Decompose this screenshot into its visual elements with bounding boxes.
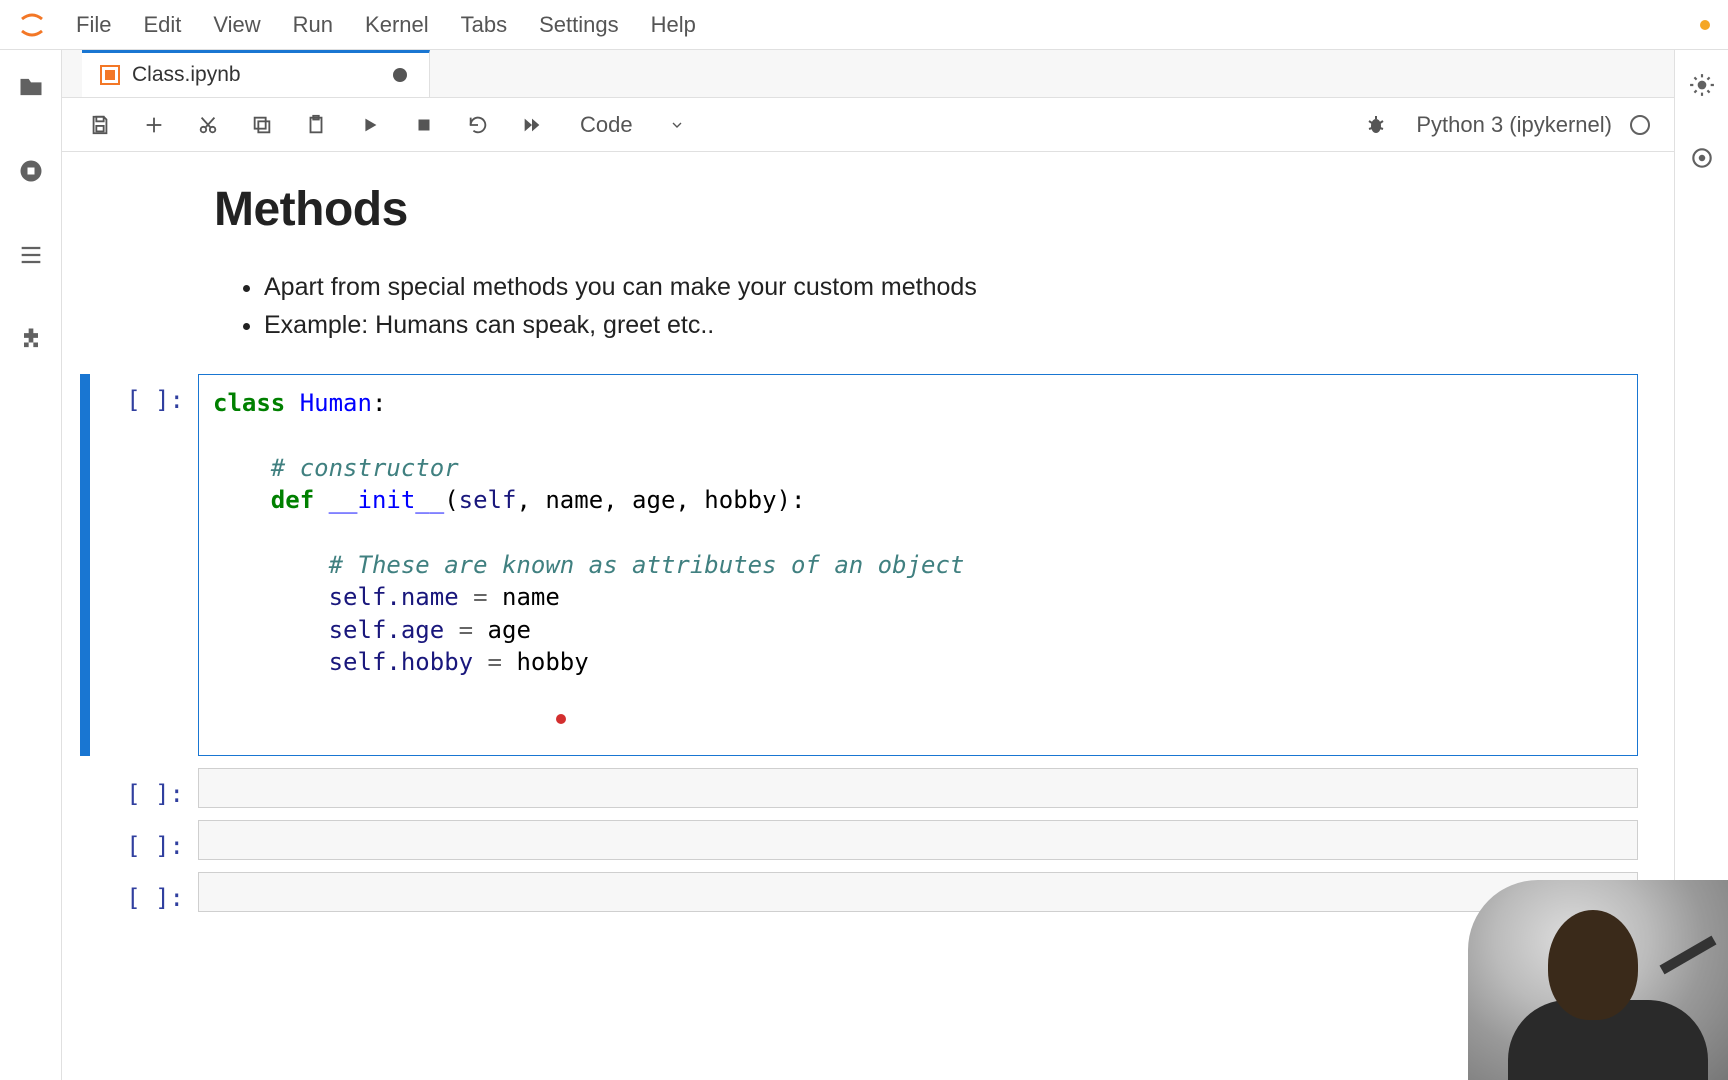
cursor-pointer	[556, 714, 566, 724]
code-input[interactable]	[198, 820, 1638, 860]
copy-button[interactable]	[248, 111, 276, 139]
code-input[interactable]	[198, 872, 1638, 912]
toc-icon[interactable]	[16, 240, 46, 270]
paste-button[interactable]	[302, 111, 330, 139]
unsaved-indicator	[393, 68, 407, 82]
extensions-icon[interactable]	[16, 324, 46, 354]
tab-class-ipynb[interactable]: Class.ipynb	[82, 50, 430, 97]
markdown-cell-methods[interactable]: Methods Apart from special methods you c…	[214, 172, 1638, 374]
debug-button[interactable]	[1362, 111, 1390, 139]
notebook-icon	[100, 65, 120, 85]
code-input[interactable]	[198, 768, 1638, 808]
cell-prompt: [ ]:	[94, 768, 198, 808]
cell-prompt: [ ]:	[94, 872, 198, 912]
jupyter-logo	[4, 0, 60, 50]
menu-help[interactable]: Help	[635, 0, 712, 49]
celltype-label: Code	[580, 112, 633, 138]
kernel-name[interactable]: Python 3 (ipykernel)	[1416, 112, 1650, 138]
menubar: File Edit View Run Kernel Tabs Settings …	[0, 0, 1728, 50]
stop-button[interactable]	[410, 111, 438, 139]
running-icon[interactable]	[16, 156, 46, 186]
methods-bullets: Apart from special methods you can make …	[214, 269, 1638, 344]
code-input[interactable]: class Human: # constructor def __init__(…	[198, 374, 1638, 756]
property-inspector-icon[interactable]	[1689, 72, 1715, 103]
bullet-2: Example: Humans can speak, greet etc..	[264, 307, 1638, 345]
cut-button[interactable]	[194, 111, 222, 139]
left-activity-bar	[0, 50, 62, 1080]
run-all-button[interactable]	[518, 111, 546, 139]
debugger-icon[interactable]	[1689, 145, 1715, 176]
celltype-select[interactable]: Code	[580, 112, 685, 138]
chevron-down-icon	[669, 117, 685, 133]
tab-strip: Class.ipynb	[62, 50, 1674, 98]
add-cell-button[interactable]	[140, 111, 168, 139]
empty-code-cell[interactable]: [ ]:	[80, 872, 1638, 912]
menu-run[interactable]: Run	[277, 0, 349, 49]
kernel-label: Python 3 (ipykernel)	[1416, 112, 1612, 138]
kernel-status-icon	[1630, 115, 1650, 135]
bullet-1: Apart from special methods you can make …	[264, 269, 1638, 307]
cell-prompt: [ ]:	[94, 820, 198, 860]
notebook-body[interactable]: Methods Apart from special methods you c…	[62, 152, 1674, 1080]
cell-gutter	[80, 768, 90, 808]
run-button[interactable]	[356, 111, 384, 139]
tab-filename: Class.ipynb	[132, 63, 241, 87]
empty-code-cell[interactable]: [ ]:	[80, 768, 1638, 808]
save-button[interactable]	[86, 111, 114, 139]
menu-tabs[interactable]: Tabs	[445, 0, 523, 49]
menu-file[interactable]: File	[60, 0, 127, 49]
cell-gutter	[80, 872, 90, 912]
restart-button[interactable]	[464, 111, 492, 139]
notebook-toolbar: Code Python 3 (ipykernel)	[62, 98, 1674, 152]
cell-gutter	[80, 820, 90, 860]
cell-gutter	[80, 374, 90, 756]
cell-prompt: [ ]:	[94, 374, 198, 756]
empty-code-cell[interactable]: [ ]:	[80, 820, 1638, 860]
heading-methods: Methods	[214, 182, 1638, 237]
filebrowser-icon[interactable]	[16, 72, 46, 102]
menu-view[interactable]: View	[197, 0, 276, 49]
status-indicator	[1700, 20, 1710, 30]
menu-settings[interactable]: Settings	[523, 0, 635, 49]
webcam-overlay	[1468, 880, 1728, 1080]
menu-kernel[interactable]: Kernel	[349, 0, 445, 49]
code-cell-human-class[interactable]: [ ]: class Human: # constructor def __in…	[80, 374, 1638, 756]
menu-edit[interactable]: Edit	[127, 0, 197, 49]
